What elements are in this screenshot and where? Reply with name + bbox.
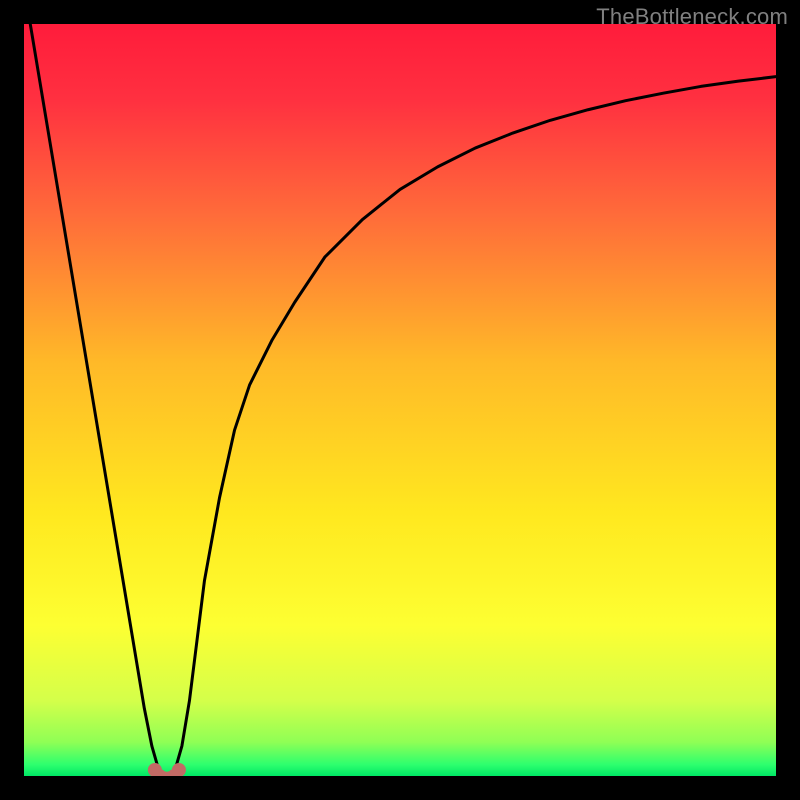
chart-frame: TheBottleneck.com: [0, 0, 800, 800]
watermark-text: TheBottleneck.com: [596, 4, 788, 30]
bottleneck-chart: [24, 24, 776, 776]
plot-area: [24, 24, 776, 776]
